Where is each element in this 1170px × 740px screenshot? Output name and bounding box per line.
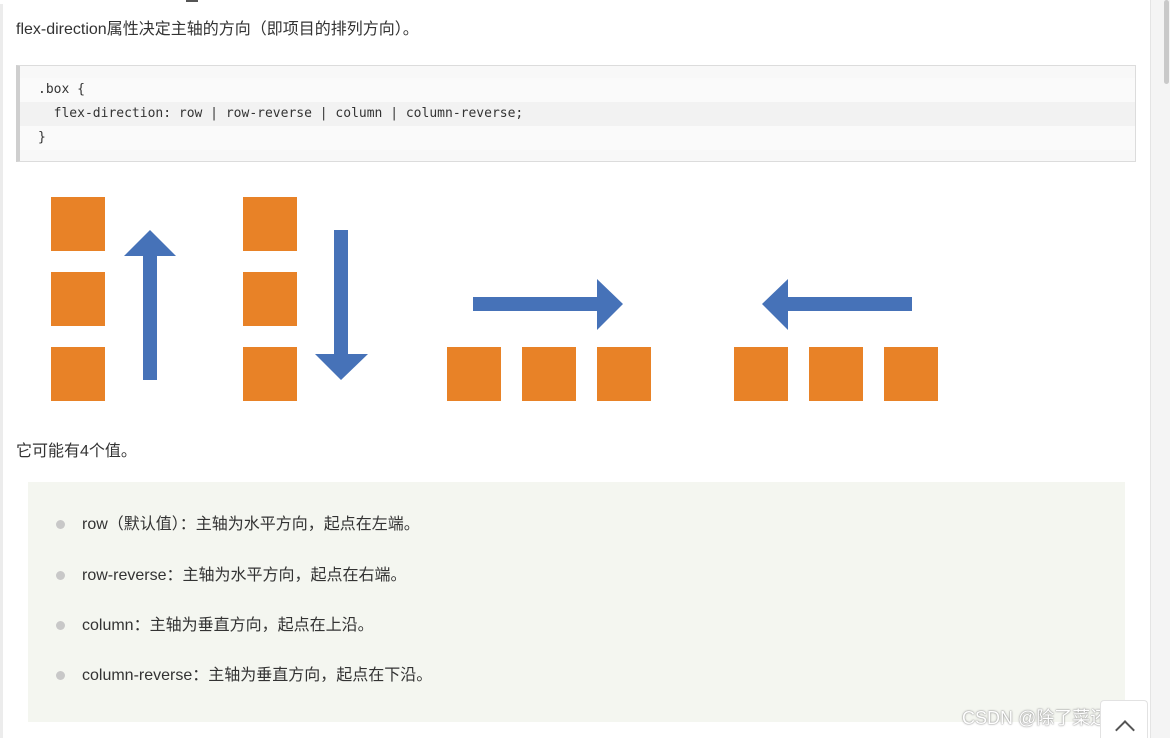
article-content: flex-direction属性决定主轴的方向（即项目的排列方向）。 .box … (0, 0, 1150, 738)
list-item-text: column-reverse：主轴为垂直方向，起点在下沿。 (82, 667, 433, 684)
flex-item-square (734, 347, 788, 401)
flex-item-square (809, 347, 863, 401)
flex-item-square (597, 347, 651, 401)
bullet-icon (56, 571, 65, 580)
bullet-icon (56, 520, 65, 529)
code-line: } (20, 126, 1135, 150)
values-blockquote: row（默认值）：主轴为水平方向，起点在左端。 row-reverse：主轴为水… (28, 482, 1125, 722)
flex-item-square (51, 272, 105, 326)
code-block[interactable]: .box { flex-direction: row | row-reverse… (16, 65, 1136, 162)
bullet-icon (56, 671, 65, 680)
arrow-left-icon (762, 279, 912, 330)
code-line: .box { (20, 78, 1135, 102)
flex-direction-diagram (51, 197, 938, 401)
row-reverse-illustration (734, 279, 938, 401)
back-to-top-button[interactable] (1100, 700, 1148, 740)
flex-item-square (243, 347, 297, 401)
values-intro: 它可能有4个值。 (16, 443, 137, 460)
list-item-text: row-reverse：主轴为水平方向，起点在右端。 (82, 567, 407, 584)
arrow-right-icon (473, 279, 623, 330)
list-item: column-reverse：主轴为垂直方向，起点在下沿。 (56, 664, 433, 688)
truncated-heading-area (0, 0, 1150, 4)
page-scrollbar[interactable] (1150, 0, 1170, 738)
flex-item-square (51, 197, 105, 251)
list-item: column：主轴为垂直方向，起点在上沿。 (56, 614, 374, 638)
truncated-heading-fragment (186, 0, 198, 2)
flex-item-square (447, 347, 501, 401)
list-item: row-reverse：主轴为水平方向，起点在右端。 (56, 564, 407, 588)
code-line: flex-direction: row | row-reverse | colu… (20, 102, 1135, 126)
column-reverse-illustration (51, 197, 176, 401)
flex-item-square (243, 272, 297, 326)
arrow-down-icon (315, 230, 368, 380)
flex-direction-description: flex-direction属性决定主轴的方向（即项目的排列方向）。 (16, 21, 419, 38)
flex-item-square (243, 197, 297, 251)
arrow-up-icon (124, 230, 176, 380)
flex-item-square (884, 347, 938, 401)
bullet-icon (56, 621, 65, 630)
flex-item-square (522, 347, 576, 401)
list-item-text: column：主轴为垂直方向，起点在上沿。 (82, 617, 374, 634)
list-item: row（默认值）：主轴为水平方向，起点在左端。 (56, 513, 420, 537)
list-item-text: row（默认值）：主轴为水平方向，起点在左端。 (82, 516, 420, 533)
column-illustration (243, 197, 368, 401)
flex-item-square (51, 347, 105, 401)
row-illustration (447, 279, 651, 401)
chevron-up-icon (1115, 720, 1135, 740)
scrollbar-thumb[interactable] (1164, 0, 1169, 84)
